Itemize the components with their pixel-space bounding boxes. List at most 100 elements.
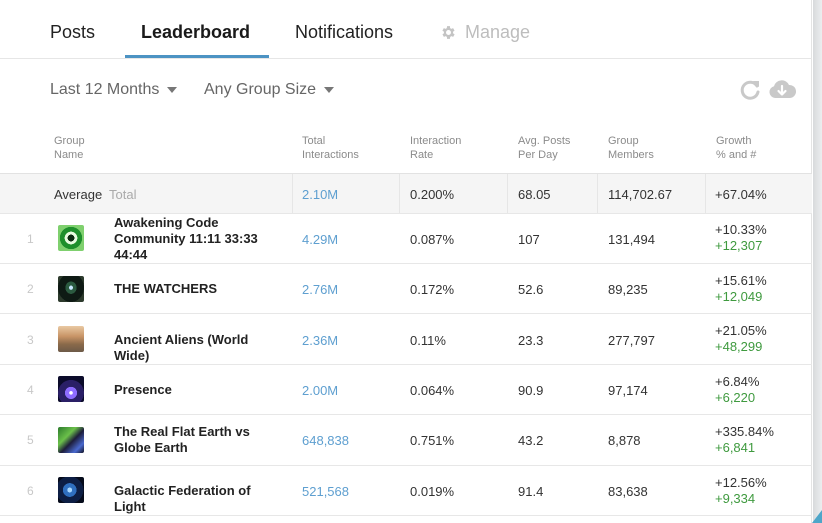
- row-rate: 0.172%: [410, 282, 455, 297]
- column-label-line: Interactions: [302, 149, 359, 161]
- growth-number: +6,841: [715, 440, 756, 455]
- column-group-name[interactable]: Group Name: [54, 134, 144, 162]
- tab-notifications[interactable]: Notifications: [295, 22, 393, 43]
- row-members: 8,878: [608, 433, 641, 448]
- row-members: 83,638: [608, 484, 648, 499]
- group-avatar[interactable]: [58, 276, 84, 302]
- column-divider: [292, 174, 293, 213]
- row-members: 277,797: [608, 333, 655, 348]
- growth-number: +9,334: [715, 491, 756, 506]
- row-growth: +335.84% +6,841: [715, 424, 774, 456]
- row-members: 97,174: [608, 383, 648, 398]
- group-name-link[interactable]: The Real Flat Earth vs Globe Earth: [114, 424, 284, 456]
- row-posts: 107: [518, 232, 540, 247]
- row-interactions[interactable]: 521,568: [302, 484, 349, 499]
- row-interactions[interactable]: 4.29M: [302, 232, 338, 247]
- row-rank: 1: [27, 232, 34, 246]
- group-name-link[interactable]: Awakening Code Community 11:11 33:33 44:…: [114, 215, 284, 263]
- group-name-link[interactable]: Galactic Federation of Light: [114, 483, 284, 515]
- row-rank: 4: [27, 383, 34, 397]
- leaderboard-panel: Posts Leaderboard Notifications Manage L…: [0, 0, 812, 523]
- group-avatar[interactable]: [58, 427, 84, 453]
- table-row[interactable]: 5 The Real Flat Earth vs Globe Earth 648…: [0, 415, 812, 466]
- column-label-line: Members: [608, 149, 654, 161]
- group-avatar[interactable]: [58, 477, 84, 503]
- table-row[interactable]: 2 THE WATCHERS 2.76M 0.172% 52.6 89,235 …: [0, 264, 812, 314]
- row-rank: 2: [27, 282, 34, 296]
- average-row: Average Total 2.10M 0.200% 68.05 114,702…: [0, 173, 812, 214]
- average-label: Average: [54, 187, 103, 202]
- row-members: 131,494: [608, 232, 655, 247]
- tab-posts[interactable]: Posts: [50, 22, 95, 43]
- row-rate: 0.064%: [410, 383, 455, 398]
- row-interactions[interactable]: 648,838: [302, 433, 349, 448]
- row-posts: 91.4: [518, 484, 544, 499]
- group-avatar[interactable]: [58, 326, 84, 352]
- table-row[interactable]: 6 Galactic Federation of Light 521,568 0…: [0, 466, 812, 516]
- average-posts: 68.05: [518, 187, 551, 202]
- row-growth: +21.05% +48,299: [715, 323, 767, 355]
- gear-icon: [442, 26, 455, 39]
- row-interactions[interactable]: 2.76M: [302, 282, 338, 297]
- period-filter[interactable]: Last 12 Months: [50, 81, 178, 99]
- average-members: 114,702.67: [608, 187, 673, 202]
- row-growth: +12.56% +9,334: [715, 475, 767, 507]
- column-label-line: Interaction: [410, 135, 462, 147]
- group-name-link[interactable]: Presence: [114, 382, 284, 398]
- row-growth: +15.61% +12,049: [715, 273, 767, 305]
- average-rate: 0.200%: [410, 187, 455, 202]
- growth-percent: +335.84%: [715, 424, 774, 439]
- row-rank: 6: [27, 484, 34, 498]
- column-label-line: Group: [608, 135, 639, 147]
- row-rate: 0.087%: [410, 232, 455, 247]
- column-divider: [399, 174, 400, 213]
- refresh-icon[interactable]: [738, 78, 762, 102]
- row-interactions[interactable]: 2.36M: [302, 333, 338, 348]
- growth-percent: +12.56%: [715, 475, 767, 490]
- column-label-line: Growth: [716, 135, 752, 147]
- column-total-interactions[interactable]: Total Interactions: [302, 134, 392, 162]
- growth-number: +12,307: [715, 238, 763, 253]
- column-label-line: Avg. Posts: [518, 135, 571, 147]
- growth-number: +48,299: [715, 339, 763, 354]
- average-growth: +67.04%: [715, 187, 767, 202]
- group-name-link[interactable]: Ancient Aliens (World Wide): [114, 332, 284, 364]
- growth-number: +6,220: [715, 390, 756, 405]
- row-posts: 43.2: [518, 433, 544, 448]
- row-posts: 52.6: [518, 282, 544, 297]
- table-row[interactable]: 1 Awakening Code Community 11:11 33:33 4…: [0, 214, 812, 264]
- row-rank: 5: [27, 433, 34, 447]
- column-avg-posts[interactable]: Avg. Posts Per Day: [518, 134, 608, 162]
- row-interactions[interactable]: 2.00M: [302, 383, 338, 398]
- group-avatar[interactable]: [58, 376, 84, 402]
- column-interaction-rate[interactable]: Interaction Rate: [410, 134, 500, 162]
- period-filter-label: Last 12 Months: [50, 81, 160, 98]
- tab-manage[interactable]: Manage: [440, 22, 530, 43]
- column-growth[interactable]: Growth % and #: [716, 134, 806, 162]
- column-label-line: % and #: [716, 149, 757, 161]
- growth-percent: +10.33%: [715, 222, 767, 237]
- row-growth: +10.33% +12,307: [715, 222, 767, 254]
- group-avatar[interactable]: [58, 225, 84, 251]
- row-growth: +6.84% +6,220: [715, 374, 759, 406]
- growth-percent: +21.05%: [715, 323, 767, 338]
- column-label-line: Name: [54, 149, 84, 161]
- column-divider: [507, 174, 508, 213]
- row-members: 89,235: [608, 282, 648, 297]
- row-posts: 90.9: [518, 383, 544, 398]
- row-rate: 0.11%: [410, 333, 446, 348]
- growth-percent: +15.61%: [715, 273, 767, 288]
- tab-bar: Posts Leaderboard Notifications Manage: [0, 0, 812, 59]
- average-interactions[interactable]: 2.10M: [302, 187, 338, 202]
- column-group-members[interactable]: Group Members: [608, 134, 698, 162]
- cloud-download-icon[interactable]: [767, 78, 797, 102]
- column-divider: [597, 174, 598, 213]
- table-row[interactable]: 3 Ancient Aliens (World Wide) 2.36M 0.11…: [0, 314, 812, 365]
- column-label-line: Total: [302, 135, 326, 147]
- table-header: Group Name Total Interactions Interactio…: [0, 134, 812, 174]
- average-sublabel: Total: [109, 187, 137, 202]
- group-name-link[interactable]: THE WATCHERS: [114, 281, 284, 297]
- table-row[interactable]: 4 Presence 2.00M 0.064% 90.9 97,174 +6.8…: [0, 365, 812, 415]
- tab-leaderboard[interactable]: Leaderboard: [141, 22, 250, 43]
- group-size-filter[interactable]: Any Group Size: [204, 81, 335, 99]
